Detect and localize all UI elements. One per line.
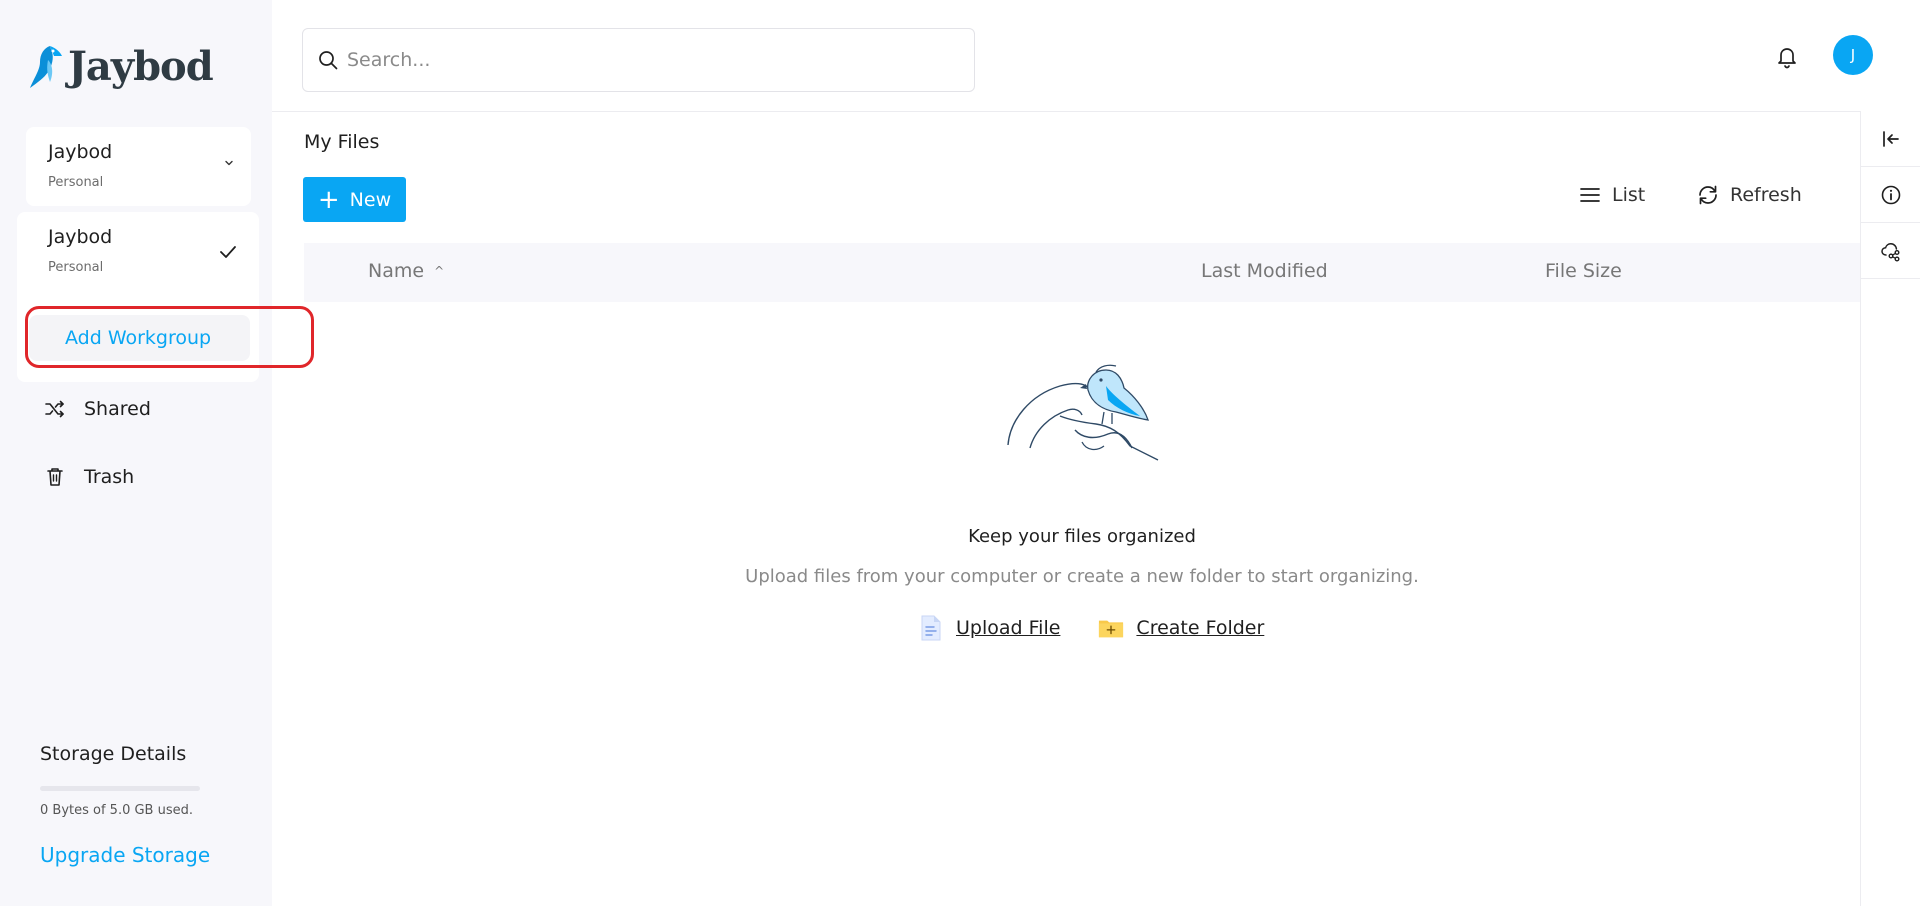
refresh-button[interactable]: Refresh [1696,183,1802,207]
info-icon [1881,185,1901,204]
trash-icon [47,468,63,486]
empty-state-title: Keep your files organized [968,526,1196,547]
column-header-file-size[interactable]: File Size [1545,260,1622,282]
cloud-share-button[interactable] [1861,223,1920,279]
add-workgroup-button[interactable]: Add Workgroup [29,315,250,361]
header-divider [272,111,1920,112]
workspace-name: Jaybod [48,141,113,163]
sort-ascending-icon: ^ [434,264,445,278]
column-header-label: File Size [1545,260,1622,282]
column-header-label: Name [368,260,425,282]
list-view-label: List [1612,184,1646,206]
new-button[interactable]: + New [303,177,406,222]
column-header-name[interactable]: Name ^ [368,260,444,282]
cloud-share-icon [1881,242,1900,262]
storage-progress-bar [40,786,200,791]
workspace-option[interactable]: Jaybod Personal [17,212,259,302]
search-icon [319,51,338,70]
empty-state-subtitle: Upload files from your computer or creat… [745,566,1419,587]
column-header-last-modified[interactable]: Last Modified [1201,260,1328,282]
upload-file-label: Upload File [956,617,1061,639]
document-icon [921,615,941,641]
chevron-down-icon [225,160,233,166]
page-title: My Files [304,131,380,153]
column-header-label: Last Modified [1201,260,1328,282]
upload-file-link[interactable]: Upload File [918,614,1060,642]
sidebar-item-trash[interactable]: Trash [44,466,134,488]
new-button-label: New [349,188,392,211]
refresh-label: Refresh [1730,184,1802,206]
brand-logo[interactable]: Jaybod [28,42,214,90]
empty-state-bird-illustration [1007,364,1159,461]
sidebar-item-shared[interactable]: Shared [44,398,151,420]
workspace-option-type: Personal [48,260,104,275]
search-input[interactable] [347,49,947,71]
bell-icon[interactable] [1775,44,1799,70]
search-box[interactable] [302,28,975,92]
refresh-icon [1699,185,1717,205]
list-icon [1580,188,1600,202]
workspace-type: Personal [48,175,104,190]
list-view-button[interactable]: List [1578,183,1645,207]
workspace-dropdown: Jaybod Personal Add Workgroup [17,212,259,382]
bird-logo-icon [30,46,62,88]
shuffle-icon [45,400,64,418]
sidebar-item-label: Trash [84,466,135,488]
upgrade-storage-link[interactable]: Upgrade Storage [40,843,210,867]
collapse-panel-button[interactable] [1861,111,1920,167]
collapse-left-icon [1883,130,1899,147]
storage-title: Storage Details [40,743,187,765]
folder-plus-icon [1099,620,1124,638]
sidebar-item-label: Shared [84,398,151,420]
workspace-option-name: Jaybod [48,226,113,248]
user-avatar[interactable]: J [1833,35,1873,75]
create-folder-link[interactable]: Create Folder [1098,614,1264,642]
plus-icon: + [317,184,340,215]
check-icon [220,246,236,258]
file-table-header: Name ^ Last Modified File Size [304,243,1860,302]
create-folder-label: Create Folder [1136,617,1265,639]
brand-name: Jaybod [68,42,214,90]
empty-state-actions: Upload File Create Folder [918,614,1302,642]
workspace-selector[interactable]: Jaybod Personal [26,127,251,206]
info-button[interactable] [1861,167,1920,223]
storage-used-text: 0 Bytes of 5.0 GB used. [40,803,194,818]
right-rail [1860,111,1920,906]
sidebar: Jaybod Jaybod Personal Jaybod Personal A… [0,0,314,906]
